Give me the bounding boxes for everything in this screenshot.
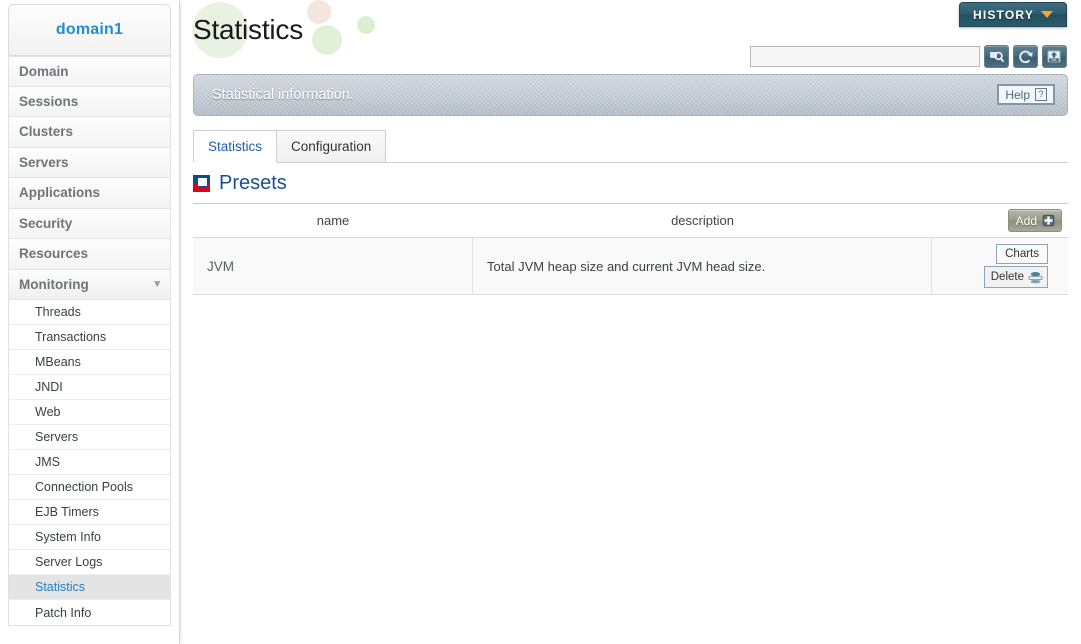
sidebar-item-label: Clusters [19,124,74,140]
tab-configuration[interactable]: Configuration [276,130,387,162]
tab-bar: Statistics Configuration [193,130,1068,163]
sidebar-subitem-label: Servers [35,430,79,444]
search-icon [989,51,1004,62]
cell-row-actions: Charts Delete [932,238,1068,294]
xml-export-icon: XML [1047,50,1061,63]
xml-export-button[interactable]: XML [1042,45,1067,68]
sidebar-item-label: Sessions [19,93,79,109]
sidebar-subitem-label: MBeans [35,355,81,369]
sidebar-item-jms[interactable]: JMS [9,450,170,475]
sidebar-item-statistics[interactable]: Statistics [9,575,170,600]
sidebar-subitem-label: EJB Timers [35,505,99,519]
main-content: Statistics HISTORY XML Statistical infor… [180,0,1081,644]
table-row: JVM Total JVM heap size and current JVM … [193,238,1068,295]
sidebar-item-applications[interactable]: Applications [8,178,171,209]
top-toolbar: XML [750,45,1067,68]
sidebar-item-label: Resources [19,246,89,262]
sidebar-item-system-info[interactable]: System Info [9,525,170,550]
cell-preset-name: JVM [193,238,473,294]
help-button-label: Help [1005,87,1030,102]
delete-icon [1028,272,1043,284]
sidebar-item-connection-pools[interactable]: Connection Pools [9,475,170,500]
sidebar-item-servers[interactable]: Servers [8,147,171,178]
table-header-row: name description Add [193,204,1068,238]
svg-text:XML: XML [1051,58,1058,62]
decorative-circle-icon [312,25,342,55]
search-button[interactable] [984,45,1009,68]
sidebar-subitem-label: JNDI [35,380,63,394]
sidebar-subitem-label: Patch Info [35,605,92,620]
sidebar: domain1 Domain Sessions Clusters Servers… [0,0,180,644]
sidebar-item-servers-monitoring[interactable]: Servers [9,425,170,450]
sidebar-item-label: Servers [19,154,69,170]
add-plus-icon [1042,214,1055,227]
add-button-label: Add [1015,213,1037,228]
sidebar-item-web[interactable]: Web [9,400,170,425]
tab-label: Configuration [291,139,372,154]
help-button[interactable]: Help ? [997,84,1055,105]
history-button-label: HISTORY [972,7,1035,22]
brand-header: domain1 [8,4,171,56]
sidebar-item-domain[interactable]: Domain [8,56,171,87]
sidebar-subitem-label: Threads [35,305,81,319]
sidebar-item-label: Domain [19,63,69,79]
charts-button[interactable]: Charts [996,244,1048,264]
sidebar-item-label: Monitoring [19,276,89,292]
sidebar-subitem-label: JMS [35,455,60,469]
sidebar-item-ejb-timers[interactable]: EJB Timers [9,500,170,525]
add-button[interactable]: Add [1007,209,1062,232]
decorative-circle-icon [357,16,375,34]
presets-section-header: Presets [193,172,287,195]
delete-button-label: Delete [990,271,1024,283]
sidebar-subitem-label: Connection Pools [35,480,133,494]
brand-label: domain1 [55,21,124,38]
sidebar-item-mbeans[interactable]: MBeans [9,350,170,375]
sidebar-item-security[interactable]: Security [8,208,171,239]
column-header-description: description [671,213,734,228]
app-root: domain1 Domain Sessions Clusters Servers… [0,0,1081,644]
presets-icon [193,175,210,192]
sidebar-subitem-label: Server Logs [35,555,103,569]
info-band-text: Statistical information. [212,87,354,103]
sidebar-item-label: Applications [19,185,101,201]
sidebar-item-monitoring[interactable]: Monitoring ▾ [8,269,171,300]
sidebar-subitem-label: System Info [35,530,101,544]
refresh-button[interactable] [1013,45,1038,68]
decorative-circle-icon [307,0,331,24]
history-button[interactable]: HISTORY [959,2,1067,27]
sidebar-monitoring-subnav: Threads Transactions MBeans JNDI Web Ser… [8,300,171,626]
sidebar-item-server-logs[interactable]: Server Logs [9,550,170,575]
sidebar-item-threads[interactable]: Threads [9,300,170,325]
page-title: Statistics [193,14,304,45]
sidebar-item-clusters[interactable]: Clusters [8,117,171,148]
sidebar-item-resources[interactable]: Resources [8,239,171,270]
sidebar-item-jndi[interactable]: JNDI [9,375,170,400]
cell-preset-description: Total JVM heap size and current JVM head… [473,238,932,294]
sidebar-item-label: Security [19,215,73,231]
sidebar-item-transactions[interactable]: Transactions [9,325,170,350]
sidebar-subitem-label: Web [35,405,61,419]
sidebar-main-nav: Domain Sessions Clusters Servers Applica… [8,56,171,300]
tab-label: Statistics [208,139,263,154]
search-input[interactable] [750,46,980,67]
column-header-name: name [316,213,350,228]
sidebar-subitem-label: Statistics [35,580,86,594]
statistical-information-band: Statistical information. Help ? [193,74,1068,116]
chevron-down-icon: ▾ [154,277,160,290]
refresh-icon [1019,50,1033,64]
question-mark-icon: ? [1035,88,1047,101]
delete-button[interactable]: Delete [983,266,1048,288]
tab-statistics[interactable]: Statistics [193,130,278,162]
charts-button-label: Charts [1005,248,1039,260]
presets-table: name description Add JVM Total JVM heap … [193,203,1068,295]
sidebar-item-sessions[interactable]: Sessions [8,86,171,117]
presets-title: Presets [219,172,287,194]
sidebar-subitem-label: Transactions [35,330,107,344]
chevron-down-icon [1041,11,1054,18]
sidebar-item-patch-info[interactable]: Patch Info [9,600,170,625]
